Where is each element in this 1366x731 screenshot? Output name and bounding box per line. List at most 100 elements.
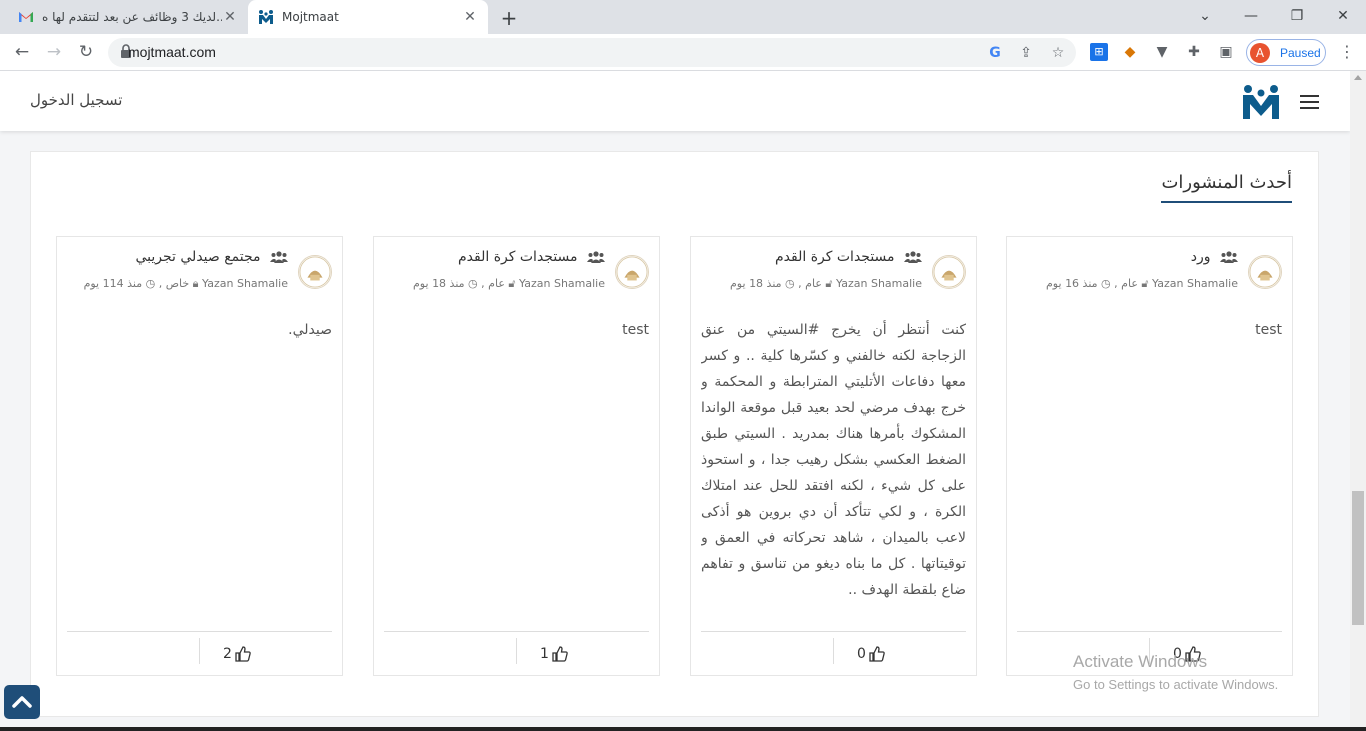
google-icon[interactable]: G [986,44,1004,62]
divider [516,638,517,664]
unlock-icon: 🔓︎ [1141,277,1149,290]
post-footer: 0 [701,631,966,671]
like-button[interactable]: 2 [223,646,251,662]
author-name[interactable]: Yazan Shamalie [202,277,288,290]
new-tab-button[interactable]: + [498,6,520,30]
post-meta: Yazan Shamalie 🔓︎ عام , ◷ منذ 18 يوم [730,277,922,290]
post-card[interactable]: ورد Yazan Shamalie 🔓︎ عام , ◷ منذ 16 يوم… [1006,236,1293,676]
post-time: منذ 16 يوم [1046,277,1098,290]
post-meta: Yazan Shamalie 🔓︎ عام , ◷ منذ 18 يوم [413,277,605,290]
post-header: مجتمع صيدلي تجريبي Yazan Shamalie 🔒︎ خاص… [67,249,332,297]
side-panel-icon[interactable]: ▣ [1217,43,1235,61]
post-time: منذ 18 يوم [730,277,782,290]
group-avatar[interactable] [932,255,966,289]
post-time: منذ 114 يوم [83,277,143,290]
author-name[interactable]: Yazan Shamalie [519,277,605,290]
tab-gmail[interactable]: لديك 3 وظائف عن بعد لتتقدم لها ه... ✕ [8,0,248,34]
post-body[interactable]: test [1017,317,1282,617]
like-button[interactable]: 1 [540,646,568,662]
privacy-label: عام [1121,277,1138,290]
scroll-up-arrow-icon[interactable] [1354,75,1362,80]
group-name-text: مجتمع صيدلي تجريبي [135,249,261,265]
mojtmaat-favicon [259,10,273,24]
group-name[interactable]: مستجدات كرة القدم [775,249,922,265]
divider [833,638,834,664]
bookmark-star-icon[interactable]: ☆ [1049,44,1067,62]
like-button[interactable]: 0 [857,646,885,662]
tab-title: لديك 3 وظائف عن بعد لتتقدم لها ه... [42,10,222,24]
post-header: مستجدات كرة القدم Yazan Shamalie 🔓︎ عام … [384,249,649,297]
extension-translate-icon[interactable]: ⊞ [1090,43,1108,61]
group-avatar[interactable] [1248,255,1282,289]
clock-icon: ◷ [145,277,156,290]
like-count: 2 [223,646,232,662]
gmail-icon [19,12,33,22]
browser-tab-strip: لديك 3 وظائف عن بعد لتتقدم لها ه... ✕ Mo… [0,0,1366,34]
reload-button[interactable]: ↻ [74,40,98,64]
extension-v-icon[interactable]: ▼ [1153,43,1171,61]
profile-button[interactable]: A Paused [1246,39,1326,66]
close-window-button[interactable]: ✕ [1320,4,1366,28]
group-name-text: مستجدات كرة القدم [775,249,895,265]
minimize-button[interactable]: — [1228,4,1274,28]
page-viewport: تسجيل الدخول أحدث المنشورات ورد Yazan Sh… [0,71,1350,731]
login-link[interactable]: تسجيل الدخول [30,91,122,109]
extensions-puzzle-icon[interactable]: ✚ [1185,43,1203,61]
section-title: أحدث المنشورات [1161,172,1292,203]
scrollbar-thumb[interactable] [1352,491,1364,625]
post-card[interactable]: مجتمع صيدلي تجريبي Yazan Shamalie 🔒︎ خاص… [56,236,343,676]
lock-icon: 🔒︎ [192,277,199,290]
tab-search-chevron-icon[interactable]: ⌄ [1182,4,1228,28]
browser-menu-icon[interactable]: ⋮ [1338,42,1356,61]
post-card[interactable]: مستجدات كرة القدم Yazan Shamalie 🔓︎ عام … [690,236,977,676]
post-header: ورد Yazan Shamalie 🔓︎ عام , ◷ منذ 16 يوم [1017,249,1282,297]
thumbs-up-icon [235,646,251,662]
group-name-text: مستجدات كرة القدم [458,249,578,265]
privacy-label: عام [805,277,822,290]
restore-button[interactable]: ❐ [1274,4,1320,28]
profile-status: Paused [1280,45,1321,60]
post-header: مستجدات كرة القدم Yazan Shamalie 🔓︎ عام … [701,249,966,297]
site-header: تسجيل الدخول [0,71,1350,131]
site-logo[interactable] [1242,84,1280,119]
taskbar-edge [0,727,1366,731]
close-tab-icon[interactable]: ✕ [462,9,478,25]
group-avatar[interactable] [298,255,332,289]
like-count: 1 [540,646,549,662]
post-footer: 2 [67,631,332,671]
post-body[interactable]: test [384,317,649,617]
clock-icon: ◷ [1101,277,1111,290]
group-name[interactable]: مستجدات كرة القدم [458,249,605,265]
scroll-to-top-button[interactable] [4,685,40,719]
post-meta: Yazan Shamalie 🔓︎ عام , ◷ منذ 16 يوم [1046,277,1238,290]
group-users-icon [270,251,288,263]
author-name[interactable]: Yazan Shamalie [836,277,922,290]
privacy-label: عام [488,277,505,290]
group-users-icon [1220,251,1238,263]
post-body[interactable]: صيدلي. [67,317,332,617]
forward-button[interactable]: → [42,40,66,64]
group-avatar[interactable] [615,255,649,289]
browser-toolbar: ← → ↻ mojtmaat.com G ⇪ ☆ ⊞ ◆ ▼ ✚ ▣ A Pau… [0,34,1366,71]
thumbs-up-icon [552,646,568,662]
group-name[interactable]: ورد [1191,249,1238,265]
author-name[interactable]: Yazan Shamalie [1152,277,1238,290]
hamburger-menu-icon[interactable] [1300,95,1319,109]
group-users-icon [904,251,922,263]
group-users-icon [587,251,605,263]
tab-mojtmaat[interactable]: Mojtmaat ✕ [248,0,488,34]
post-card[interactable]: مستجدات كرة القدم Yazan Shamalie 🔓︎ عام … [373,236,660,676]
post-footer: 1 [384,631,649,671]
extension-fox-icon[interactable]: ◆ [1121,43,1139,61]
unlock-icon: 🔓︎ [825,277,833,290]
close-tab-icon[interactable]: ✕ [222,9,238,25]
clock-icon: ◷ [785,277,795,290]
post-body[interactable]: كنت أنتظر أن يخرج #السيتي من عنق الزجاجة… [701,317,966,617]
thumbs-up-icon [869,646,885,662]
address-bar[interactable]: mojtmaat.com G ⇪ ☆ [108,38,1076,67]
back-button[interactable]: ← [10,40,34,64]
group-name[interactable]: مجتمع صيدلي تجريبي [135,249,288,265]
divider [199,638,200,664]
share-icon[interactable]: ⇪ [1017,44,1035,62]
page-scrollbar[interactable] [1350,71,1366,731]
